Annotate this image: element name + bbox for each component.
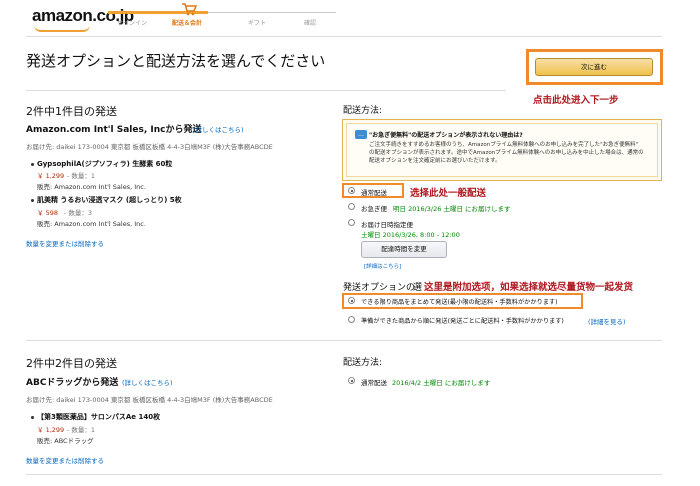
step-confirm: 確認 (304, 20, 317, 27)
ship-option-label: 発送オプションの (343, 283, 416, 293)
step-shipping: 配送＆会計 (172, 20, 203, 27)
prime-notice-line: 配送オプションを注文確定前にお選びいただけます。 (369, 158, 501, 164)
scheduled-radio[interactable] (348, 219, 355, 226)
ship-separate-label[interactable]: 準備ができた商品から順に発送(発送ごとに配送料・手数料がかかります) (361, 316, 564, 325)
express-date: 明日 2016/3/26 土曜日 にお届けします (393, 205, 511, 213)
section-divider (26, 90, 506, 91)
shipment1-item2-name[interactable]: 肌美精 うるおい浸透マスク (超しっとり) 5枚 (37, 195, 182, 205)
shipment2-heading: 2件中2件目の発送 (26, 357, 117, 370)
shipment1-item2-soldby: 販売: Amazon.com Int'l Sales, Inc. (37, 220, 146, 228)
shipment2-details-link[interactable]: (詳しくはこちら) (122, 377, 173, 387)
shipment1-details-link[interactable]: (詳しくはこちら) (193, 124, 244, 134)
shipment1-seller: Amazon.com Int'l Sales, Incから発送 (26, 125, 202, 135)
ship-option-label-suffix: 選 (413, 283, 423, 293)
bullet-icon (31, 416, 34, 419)
shipment2-address: お届け先: daikei 173-0004 東京都 板橋区板橋 4-4-3白鳩M… (26, 396, 273, 404)
section-divider (26, 474, 662, 475)
amazon-smile-icon (34, 25, 90, 32)
ship-option-details-link[interactable]: (詳細を見る) (588, 316, 626, 326)
express-option-label[interactable]: お急ぎ便 (361, 203, 387, 213)
prime-notice-line: ご注文手続きをすすめるお客様のうち、Amazonプライム無料体験へのお申し込みを… (369, 142, 639, 148)
ship-together-radio[interactable] (348, 297, 355, 304)
section-divider (26, 340, 662, 341)
shipment1-item1-name[interactable]: GypsophilA(ジプソフィラ) 生酵素 60粒 (37, 159, 172, 169)
bullet-icon (31, 199, 34, 202)
change-delivery-time-button[interactable]: 配達時間を変更 (361, 241, 447, 258)
shipment1-address: お届け先: daikei 173-0004 東京都 板橋区板橋 4-4-3白鳩M… (26, 143, 273, 151)
shipment1-item1-qty: - 数量：1 (67, 172, 96, 180)
scheduled-option-label[interactable]: お届け日時指定便 (361, 219, 413, 229)
shipment1-item1-soldby: 販売: Amazon.com Int'l Sales, Inc. (37, 183, 146, 191)
shipment2-seller: ABCドラッグから発送 (26, 378, 119, 388)
shipment2-item1-price: ￥ 1,299 (37, 426, 65, 434)
shipment1-change-qty-link[interactable]: 数量を変更または削除する (26, 238, 104, 248)
shipment2-change-qty-link[interactable]: 数量を変更または削除する (26, 455, 104, 465)
step-signin: サインイン (117, 20, 148, 27)
standard-radio[interactable] (348, 187, 355, 194)
annotation-shipping: 这里是附加选项，如果选择就选尽量货物一起发货 (424, 282, 634, 293)
shipment2-item1-qty: - 数量：1 (67, 426, 96, 434)
speech-bubble-icon: … (355, 130, 367, 139)
shipment2-item1-name[interactable]: 【第3類医薬品】サロンパスAe 140枚 (37, 412, 160, 422)
scheduled-details-link[interactable]: [詳細はこちら] (364, 262, 401, 270)
standard-option-label[interactable]: 通常配送 (361, 187, 387, 197)
ship-together-label[interactable]: できる限り商品をまとめて発送(最小限の配送料・手数料がかかります) (361, 297, 558, 306)
annotation-standard: 选择此处一般配送 (410, 188, 487, 199)
page-title: 発送オプションと配送方法を選んでください (26, 52, 326, 70)
step-gift: ギフト (248, 20, 267, 27)
ship-separate-radio[interactable] (348, 316, 355, 323)
prime-notice-line: の配送オプションが表示されます。途中でAmazonプライム無料体験へのお申し込み… (369, 150, 644, 156)
shipment2-standard-radio[interactable] (348, 377, 355, 384)
prime-notice-title: "お急ぎ便無料"の配送オプションが表示されない理由は? (369, 132, 523, 139)
scheduled-date: 土曜日 2016/3/26, 8:00 - 12:00 (361, 231, 460, 239)
annotation-continue: 点击此处进入下一步 (533, 95, 619, 106)
shipment1-item2-price: ￥ 598 (37, 209, 58, 217)
shipment1-heading: 2件中1件目の発送 (26, 105, 117, 118)
shipment1-item1-price: ￥ 1,299 (37, 172, 65, 180)
shipment2-method-label: 配送方法: (343, 358, 383, 368)
shipment1-item2-qty: - 数量：3 (64, 209, 93, 217)
bullet-icon (31, 163, 34, 166)
shipment2-item1-soldby: 販売: ABCドラッグ (37, 437, 94, 445)
shipment2-standard-label[interactable]: 通常配送 (361, 377, 387, 387)
express-radio[interactable] (348, 203, 355, 210)
continue-button[interactable]: 次に進む (535, 58, 653, 76)
cart-icon (182, 3, 197, 16)
shipment2-standard-date: 2016/4/2 土曜日 にお届けします (392, 379, 491, 387)
header-divider (26, 36, 662, 37)
shipment1-method-label: 配送方法: (343, 106, 383, 116)
